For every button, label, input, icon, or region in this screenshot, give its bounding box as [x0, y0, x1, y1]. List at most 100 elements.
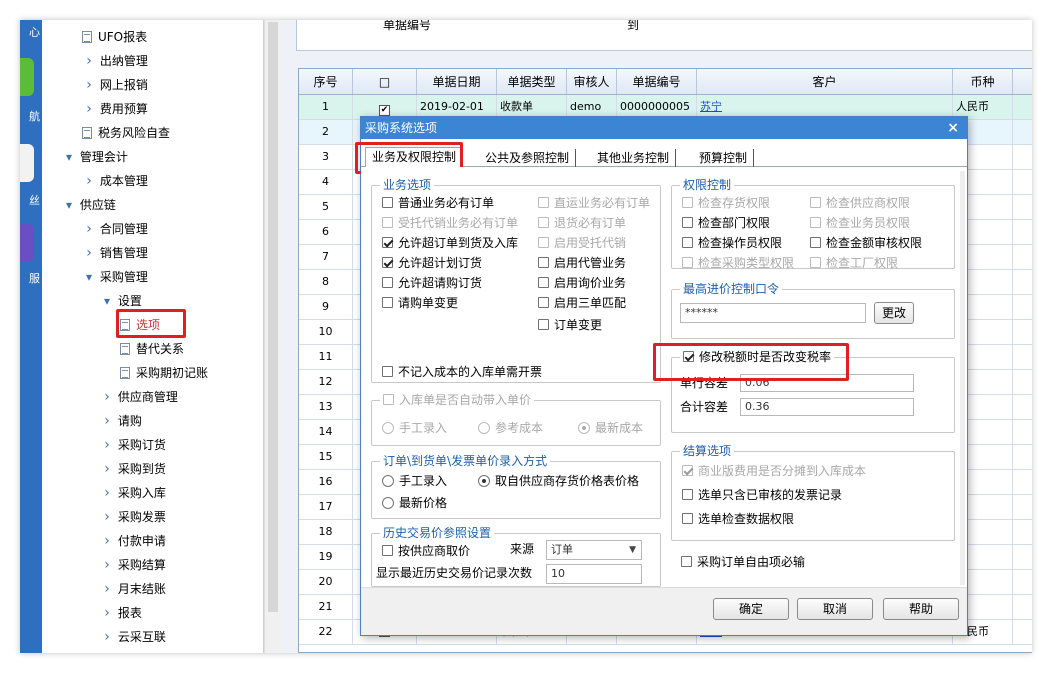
- free-item-checkbox[interactable]: 采购订单自由项必输: [681, 553, 805, 571]
- option-checkbox[interactable]: 选单检查数据权限: [682, 510, 794, 528]
- nav-white-icon[interactable]: [20, 144, 34, 182]
- tree-item[interactable]: › 采购订货: [100, 434, 166, 456]
- tree-item[interactable]: › 报表: [100, 602, 142, 624]
- nav-purple-icon[interactable]: [20, 224, 34, 262]
- option-label: 选单检查数据权限: [698, 512, 795, 526]
- tree-item[interactable]: › 供应商管理: [100, 386, 178, 408]
- dialog-scrollbar[interactable]: [960, 171, 965, 585]
- option-checkbox[interactable]: 启用询价业务: [538, 274, 626, 292]
- change-password-button[interactable]: 更改: [874, 302, 914, 324]
- option-checkbox[interactable]: 检查操作员权限: [682, 234, 782, 252]
- nav-label[interactable]: 服: [20, 270, 42, 286]
- option-checkbox[interactable]: 请购单变更: [382, 294, 458, 312]
- option-checkbox[interactable]: 允许超订单到货及入库: [382, 234, 518, 252]
- tree-item[interactable]: › 销售管理: [82, 242, 148, 264]
- nav-label[interactable]: 丝: [20, 192, 42, 208]
- no-cost-checkbox[interactable]: 不记入成本的入库单需开票: [382, 363, 542, 381]
- tree-item[interactable]: › 云采互联: [100, 626, 166, 648]
- option-checkbox[interactable]: 检查金额审核权限: [810, 234, 922, 252]
- tree-item[interactable]: › 采购入库: [100, 482, 166, 504]
- column-header[interactable]: 币种: [953, 69, 1013, 94]
- settlement-group: 结算选项 商业版费用是否分摊到入库成本 选单只含已审核的发票记录 选单检查数据权限: [671, 443, 955, 541]
- table-cell: 22: [299, 620, 353, 645]
- source-select[interactable]: 订单 ▼: [546, 540, 642, 560]
- option-radio[interactable]: 手工录入: [382, 472, 447, 490]
- tab-common-reference[interactable]: 公共及参照控制: [479, 149, 577, 167]
- cancel-button[interactable]: 取消: [797, 598, 873, 620]
- chevron-right-icon: ›: [104, 485, 110, 501]
- column-header[interactable]: 审核人: [567, 69, 617, 94]
- tab-budget[interactable]: 预算控制: [693, 149, 755, 167]
- checkbox-box: [538, 297, 549, 308]
- tree-item[interactable]: › 采购到货: [100, 458, 166, 480]
- column-header[interactable]: 单据编号: [617, 69, 697, 94]
- tree-item[interactable]: › 合同管理: [82, 218, 148, 240]
- group-title: 业务选项: [380, 177, 435, 193]
- tree-item-label: 税务风险自查: [98, 126, 171, 140]
- tree-item[interactable]: › 采购结算: [100, 554, 166, 576]
- ok-button[interactable]: 确定: [713, 598, 789, 620]
- option-label: 检查部门权限: [698, 216, 771, 230]
- option-checkbox[interactable]: 选单只含已审核的发票记录: [682, 486, 842, 504]
- column-header[interactable]: □: [353, 69, 417, 94]
- tree-item[interactable]: ▾ 管理会计: [62, 146, 128, 168]
- tree-scrollbar[interactable]: [264, 20, 281, 653]
- tree-item[interactable]: › 网上报销: [82, 74, 148, 96]
- column-header[interactable]: 单据日期: [417, 69, 497, 94]
- radio-circle: [478, 475, 490, 487]
- column-header[interactable]: 客户: [697, 69, 953, 94]
- history-count-input[interactable]: 10: [546, 564, 642, 584]
- chevron-right-icon: ›: [104, 437, 110, 453]
- option-checkbox[interactable]: 允许超请购订货: [382, 274, 482, 292]
- table-cell: 15: [299, 445, 353, 470]
- tree-item[interactable]: 税务风险自查: [82, 122, 170, 144]
- option-checkbox[interactable]: 允许超计划订货: [382, 254, 482, 272]
- nav-green-icon[interactable]: [20, 58, 34, 96]
- tree-item[interactable]: › 付款申请: [100, 530, 166, 552]
- options-dialog: 采购系统选项 × 业务及权限控制 公共及参照控制 其他业务控制 预算控制 业务选…: [355, 116, 968, 636]
- tree-item[interactable]: › 出纳管理: [82, 50, 148, 72]
- price-entry-group: 订单\到货单\发票单价录入方式 手工录入 取自供应商存货价格表价格 最新价格: [371, 453, 661, 519]
- close-icon[interactable]: ×: [947, 117, 959, 139]
- table-cell: 17: [299, 495, 353, 520]
- tree-item[interactable]: UFO报表: [82, 26, 147, 48]
- table-cell: 16: [299, 470, 353, 495]
- option-label: 检查供应商权限: [826, 196, 911, 210]
- option-checkbox[interactable]: 检查部门权限: [682, 214, 770, 232]
- option-checkbox: 检查业务员权限: [810, 214, 910, 232]
- by-supplier-checkbox[interactable]: 按供应商取价: [382, 542, 470, 560]
- tree-item[interactable]: › 月末结账: [100, 578, 166, 600]
- tree-item[interactable]: › 采购发票: [100, 506, 166, 528]
- tree-item[interactable]: › 请购: [100, 410, 142, 432]
- tab-other-business[interactable]: 其他业务控制: [591, 149, 677, 167]
- tree-item-label: 采购结算: [117, 558, 166, 572]
- password-input[interactable]: ******: [680, 303, 866, 323]
- nav-label[interactable]: 心: [20, 24, 42, 40]
- tree-item[interactable]: › 费用预算: [82, 98, 148, 120]
- tree-item-label: 替代关系: [136, 342, 185, 356]
- tree-item[interactable]: ▾ 采购管理: [82, 266, 148, 288]
- row-checkbox[interactable]: ✔: [379, 105, 390, 116]
- checkbox-box: [538, 257, 549, 268]
- tree-item[interactable]: 替代关系: [120, 338, 184, 360]
- tree-item-label: 供应链: [79, 198, 116, 212]
- option-checkbox[interactable]: 普通业务必有订单: [382, 194, 494, 212]
- nav-label[interactable]: 航: [20, 108, 42, 124]
- tree-item[interactable]: 采购期初记账: [120, 362, 208, 384]
- option-label: 受托代销业务必有订单: [398, 216, 519, 230]
- tree-item[interactable]: ▾ 供应链: [62, 194, 116, 216]
- option-checkbox[interactable]: 启用代管业务: [538, 254, 626, 272]
- tree-item-label: 采购管理: [99, 270, 148, 284]
- option-checkbox[interactable]: 订单变更: [538, 316, 602, 334]
- column-header[interactable]: 序号: [299, 69, 353, 94]
- tree-item[interactable]: › 成本管理: [82, 170, 148, 192]
- option-radio[interactable]: 最新价格: [382, 494, 447, 512]
- help-button[interactable]: 帮助: [883, 598, 959, 620]
- column-header[interactable]: 汇率: [1013, 69, 1032, 94]
- column-header[interactable]: 单据类型: [497, 69, 567, 94]
- chevron-right-icon: ›: [104, 533, 110, 549]
- total-tolerance-input[interactable]: 0.36: [740, 398, 914, 416]
- table-cell: 1.000000: [1013, 595, 1032, 620]
- option-radio[interactable]: 取自供应商存货价格表价格: [478, 472, 639, 490]
- option-checkbox[interactable]: 启用三单匹配: [538, 294, 626, 312]
